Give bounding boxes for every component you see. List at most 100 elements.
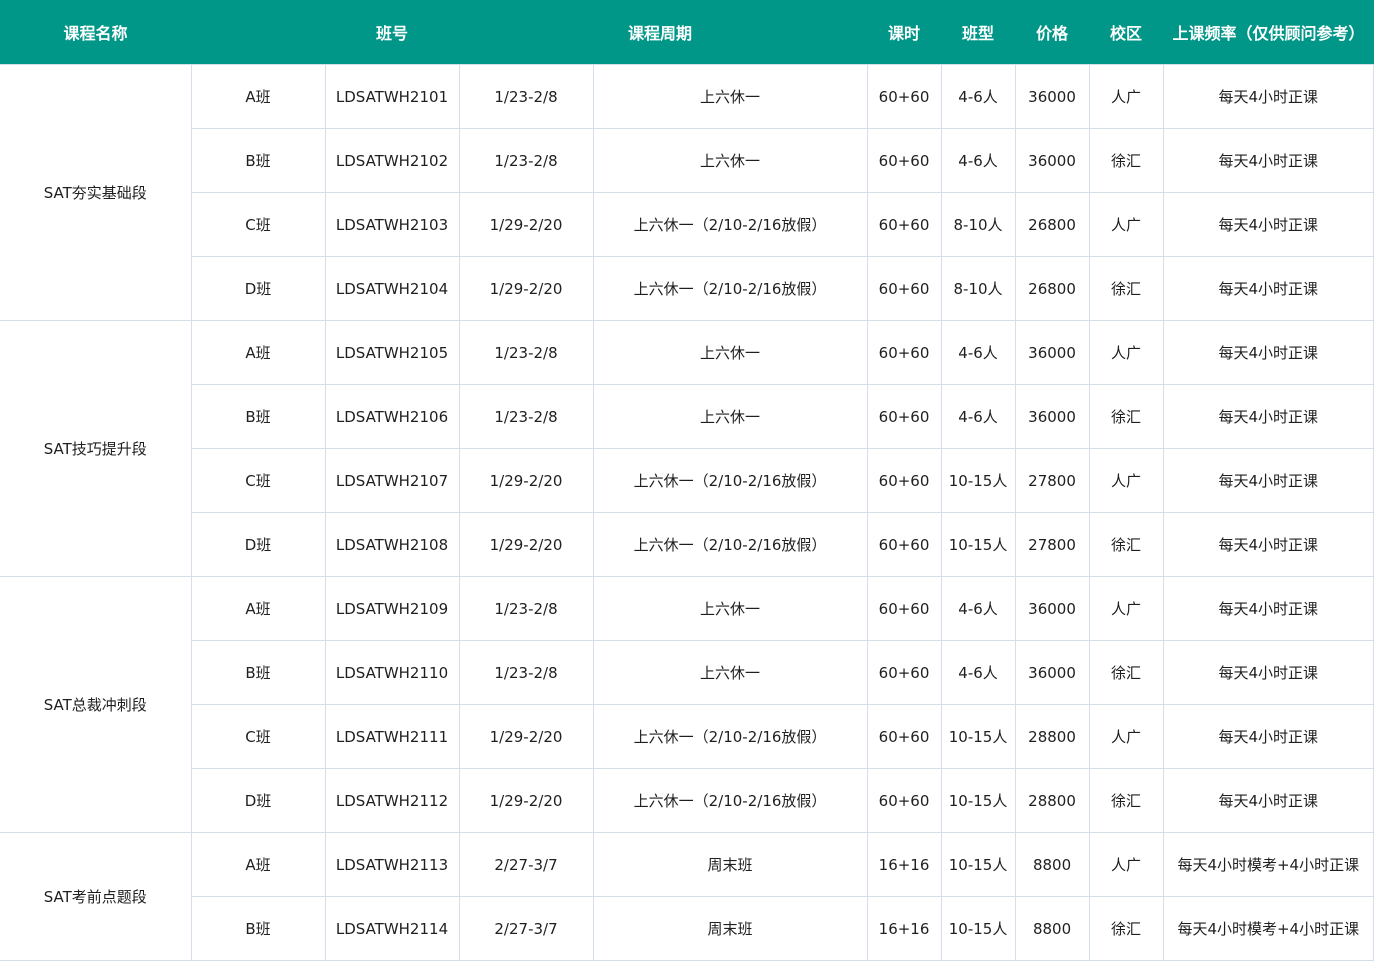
frequency-cell: 每天4小时正课 — [1162, 384, 1374, 449]
table-row: B班 LDSATWH2110 1/23-2/8 上六休一 60+60 4-6人 36000 徐… — [0, 640, 1374, 705]
price-cell: 28800 — [1014, 768, 1090, 833]
table-row: SAT技巧提升段 A班 LDSATWH2105 1/23-2/8 上六休一 60+60 4-… — [0, 320, 1374, 577]
header-price: 价格 — [1015, 0, 1090, 65]
frequency-cell: 每天4小时正课 — [1162, 448, 1374, 513]
frequency-cell: 每天4小时正课 — [1162, 640, 1374, 705]
date-range-cell: 1/23-2/8 — [458, 640, 594, 705]
campus-cell: 人广 — [1088, 832, 1164, 897]
price-cell: 28800 — [1014, 704, 1090, 769]
class-label-cell: A班 — [190, 320, 326, 385]
class-code-cell: LDSATWH2101 — [324, 64, 460, 129]
class-label-cell: A班 — [190, 64, 326, 129]
price-cell: 27800 — [1014, 448, 1090, 513]
price-cell: 36000 — [1014, 576, 1090, 641]
date-range-cell: 1/23-2/8 — [458, 64, 594, 129]
header-course-period: 课程周期 — [593, 0, 868, 65]
date-range-cell: 1/29-2/20 — [458, 192, 594, 257]
date-range-cell: 1/23-2/8 — [458, 384, 594, 449]
course-schedule-table: 课程名称 班号 课程周期 课时 班型 价格 校区 上课频率（仅供顾问参考） SA… — [0, 0, 1374, 961]
schedule-cell: 上六休一 — [592, 640, 868, 705]
class-code-cell: LDSATWH2105 — [324, 320, 460, 385]
frequency-cell: 每天4小时模考+4小时正课 — [1162, 896, 1374, 961]
schedule-cell: 上六休一 — [592, 64, 868, 129]
table-row: B班 LDSATWH2114 2/27-3/7 周末班 16+16 10-15人 8800 徐… — [0, 896, 1374, 961]
hours-cell: 60+60 — [866, 64, 942, 129]
frequency-cell: 每天4小时正课 — [1162, 704, 1374, 769]
frequency-cell: 每天4小时正课 — [1162, 768, 1374, 833]
class-size-cell: 10-15人 — [940, 832, 1016, 897]
schedule-cell: 上六休一 — [592, 384, 868, 449]
campus-cell: 人广 — [1088, 704, 1164, 769]
class-size-cell: 8-10人 — [940, 256, 1016, 321]
date-range-cell: 1/29-2/20 — [458, 448, 594, 513]
frequency-cell: 每天4小时正课 — [1162, 576, 1374, 641]
hours-cell: 16+16 — [866, 896, 942, 961]
schedule-cell: 上六休一（2/10-2/16放假） — [592, 704, 868, 769]
class-code-cell: LDSATWH2109 — [324, 576, 460, 641]
schedule-cell: 上六休一（2/10-2/16放假） — [592, 192, 868, 257]
class-size-cell: 10-15人 — [940, 704, 1016, 769]
header-class-size: 班型 — [941, 0, 1016, 65]
campus-cell: 人广 — [1088, 64, 1164, 129]
schedule-cell: 上六休一（2/10-2/16放假） — [592, 256, 868, 321]
class-code-cell: LDSATWH2112 — [324, 768, 460, 833]
class-code-cell: LDSATWH2102 — [324, 128, 460, 193]
frequency-cell: 每天4小时正课 — [1162, 512, 1374, 577]
table-row: D班 LDSATWH2108 1/29-2/20 上六休一（2/10-2/16放假） 6… — [0, 512, 1374, 577]
class-code-cell: LDSATWH2103 — [324, 192, 460, 257]
frequency-cell: 每天4小时正课 — [1162, 128, 1374, 193]
campus-cell: 人广 — [1088, 576, 1164, 641]
class-code-cell: LDSATWH2107 — [324, 448, 460, 513]
class-size-cell: 4-6人 — [940, 320, 1016, 385]
price-cell: 36000 — [1014, 640, 1090, 705]
class-size-cell: 10-15人 — [940, 512, 1016, 577]
table-row: SAT夯实基础段 A班 LDSATWH2101 1/23-2/8 上六休一 60+60 4-… — [0, 64, 1374, 321]
header-hours: 课时 — [867, 0, 942, 65]
class-label-cell: D班 — [190, 512, 326, 577]
table-body: SAT夯实基础段 A班 LDSATWH2101 1/23-2/8 上六休一 60+60 4-… — [0, 64, 1374, 961]
schedule-cell: 上六休一 — [592, 576, 868, 641]
frequency-cell: 每天4小时正课 — [1162, 256, 1374, 321]
class-size-cell: 4-6人 — [940, 128, 1016, 193]
schedule-cell: 上六休一（2/10-2/16放假） — [592, 512, 868, 577]
hours-cell: 16+16 — [866, 832, 942, 897]
schedule-cell: 上六休一 — [592, 128, 868, 193]
class-size-cell: 4-6人 — [940, 64, 1016, 129]
campus-cell: 徐汇 — [1088, 128, 1164, 193]
class-label-cell: D班 — [190, 768, 326, 833]
header-row: 课程名称 班号 课程周期 课时 班型 价格 校区 上课频率（仅供顾问参考） — [0, 0, 1374, 65]
date-range-cell: 1/23-2/8 — [458, 320, 594, 385]
class-label-cell: C班 — [190, 448, 326, 513]
class-size-cell: 4-6人 — [940, 640, 1016, 705]
class-size-cell: 10-15人 — [940, 896, 1016, 961]
class-size-cell: 4-6人 — [940, 576, 1016, 641]
table-row: B班 LDSATWH2106 1/23-2/8 上六休一 60+60 4-6人 36000 徐… — [0, 384, 1374, 449]
class-label-cell: B班 — [190, 128, 326, 193]
class-size-cell: 10-15人 — [940, 768, 1016, 833]
date-range-cell: 1/29-2/20 — [458, 256, 594, 321]
hours-cell: 60+60 — [866, 768, 942, 833]
campus-cell: 徐汇 — [1088, 896, 1164, 961]
date-range-cell: 1/23-2/8 — [458, 128, 594, 193]
date-range-cell: 1/29-2/20 — [458, 512, 594, 577]
campus-cell: 人广 — [1088, 448, 1164, 513]
date-range-cell: 1/29-2/20 — [458, 768, 594, 833]
hours-cell: 60+60 — [866, 256, 942, 321]
course-name-cell: SAT夯实基础段 — [0, 64, 192, 321]
hours-cell: 60+60 — [866, 640, 942, 705]
class-label-cell: B班 — [190, 896, 326, 961]
table-row: SAT考前点题段 A班 LDSATWH2113 2/27-3/7 周末班 16+16 10-… — [0, 832, 1374, 961]
table-row: C班 LDSATWH2111 1/29-2/20 上六休一（2/10-2/16放假） 6… — [0, 704, 1374, 769]
class-size-cell: 10-15人 — [940, 448, 1016, 513]
table-row: B班 LDSATWH2102 1/23-2/8 上六休一 60+60 4-6人 36000 徐… — [0, 128, 1374, 193]
frequency-cell: 每天4小时正课 — [1162, 192, 1374, 257]
class-label-cell: D班 — [190, 256, 326, 321]
hours-cell: 60+60 — [866, 448, 942, 513]
frequency-cell: 每天4小时模考+4小时正课 — [1162, 832, 1374, 897]
header-campus: 校区 — [1089, 0, 1164, 65]
campus-cell: 徐汇 — [1088, 384, 1164, 449]
frequency-cell: 每天4小时正课 — [1162, 64, 1374, 129]
price-cell: 26800 — [1014, 192, 1090, 257]
class-label-cell: A班 — [190, 832, 326, 897]
hours-cell: 60+60 — [866, 384, 942, 449]
